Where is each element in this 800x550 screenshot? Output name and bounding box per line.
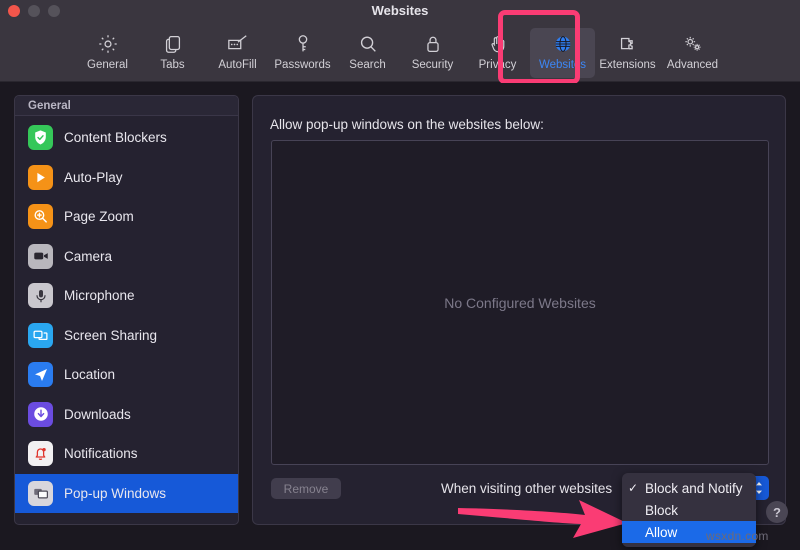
sidebar-item-page-zoom[interactable]: Page Zoom [15,197,238,237]
annotation-arrow [455,492,630,544]
sidebar-item-label: Downloads [64,406,131,422]
sidebar-item-camera[interactable]: Camera [15,237,238,277]
tab-label: Websites [538,59,587,71]
bell-icon [28,441,53,467]
tab-privacy[interactable]: Privacy [465,28,530,78]
dropdown-option-label: Block [645,502,679,518]
tab-label: Passwords [274,59,331,71]
sidebar-item-label: Content Blockers [64,130,167,146]
dropdown-option-block[interactable]: Block [622,499,756,521]
watermark: wsxdn.com [706,529,769,543]
sidebar-item-content-blockers[interactable]: Content Blockers [15,118,238,158]
sidebar-item-label: Auto-Play [64,169,123,185]
tab-label: Privacy [478,59,517,71]
tab-tabs[interactable]: Tabs [140,28,205,78]
title-bar: Websites [0,0,800,22]
popup-windows-icon [28,480,53,506]
dropdown-option-label: Allow [645,524,678,540]
configured-websites-list[interactable]: No Configured Websites [271,140,769,465]
sidebar-list: Content Blockers Auto-Play Page Zoom Cam… [15,116,238,513]
sidebar-item-label: Pop-up Windows [64,485,167,501]
lock-icon [422,31,444,57]
puzzle-icon [617,31,639,57]
key-icon [292,31,314,57]
location-arrow-icon [28,362,53,388]
sidebar-item-notifications[interactable]: Notifications [15,434,238,474]
tab-passwords[interactable]: Passwords [270,28,335,78]
sidebar-item-downloads[interactable]: Downloads [15,395,238,435]
preferences-toolbar: General Tabs AutoFill Passwords Search S… [0,22,800,82]
panel-description: Allow pop-up windows on the websites bel… [270,117,544,132]
tab-general[interactable]: General [75,28,140,78]
settings-sidebar: General Content Blockers Auto-Play Page … [14,95,239,525]
tab-autofill[interactable]: AutoFill [205,28,270,78]
tab-label: Extensions [599,59,656,71]
dropdown-option-block-and-notify[interactable]: ✓ Block and Notify [622,477,756,499]
sidebar-item-label: Microphone [64,288,135,304]
sidebar-item-label: Camera [64,248,113,264]
sidebar-item-microphone[interactable]: Microphone [15,276,238,316]
hand-icon [487,31,509,57]
sidebar-item-auto-play[interactable]: Auto-Play [15,158,238,198]
tab-label: Search [349,59,386,71]
sidebar-item-popup-windows[interactable]: Pop-up Windows [15,473,238,513]
window-title: Websites [371,3,429,18]
screen-share-icon [28,322,53,348]
sidebar-item-screen-sharing[interactable]: Screen Sharing [15,316,238,356]
tab-label: Tabs [160,59,185,71]
autofill-icon [226,31,250,57]
sidebar-item-label: Page Zoom [64,209,134,225]
microphone-icon [28,283,53,309]
tab-search[interactable]: Search [335,28,400,78]
tab-extensions[interactable]: Extensions [595,28,660,78]
dropdown-option-label: Block and Notify [645,480,743,496]
gear-icon [97,31,119,57]
tabs-icon [162,31,184,57]
globe-icon [552,31,574,57]
remove-button[interactable]: Remove [271,478,341,499]
tab-websites[interactable]: Websites [530,28,595,78]
help-button[interactable]: ? [766,501,788,523]
tab-label: AutoFill [218,59,257,71]
check-icon: ✓ [628,481,639,495]
sidebar-item-location[interactable]: Location [15,355,238,395]
shield-check-icon [28,125,53,151]
tab-label: Advanced [666,59,719,71]
search-icon [357,31,379,57]
sidebar-header: General [15,96,238,116]
download-icon [28,401,53,427]
gears-icon [681,31,705,57]
tab-label: Security [411,59,454,71]
play-icon [28,164,53,190]
magnifier-plus-icon [28,204,53,230]
tab-label: General [87,59,128,71]
camera-icon [28,243,53,269]
sidebar-item-label: Screen Sharing [64,327,158,343]
tab-advanced[interactable]: Advanced [660,28,725,78]
sidebar-item-label: Location [64,367,116,383]
empty-state-text: No Configured Websites [444,294,596,311]
preferences-window: Websites General Tabs AutoFill Passwords… [0,0,800,550]
tab-security[interactable]: Security [400,28,465,78]
websites-settings-panel: Allow pop-up windows on the websites bel… [252,95,786,525]
sidebar-item-label: Notifications [64,446,138,462]
